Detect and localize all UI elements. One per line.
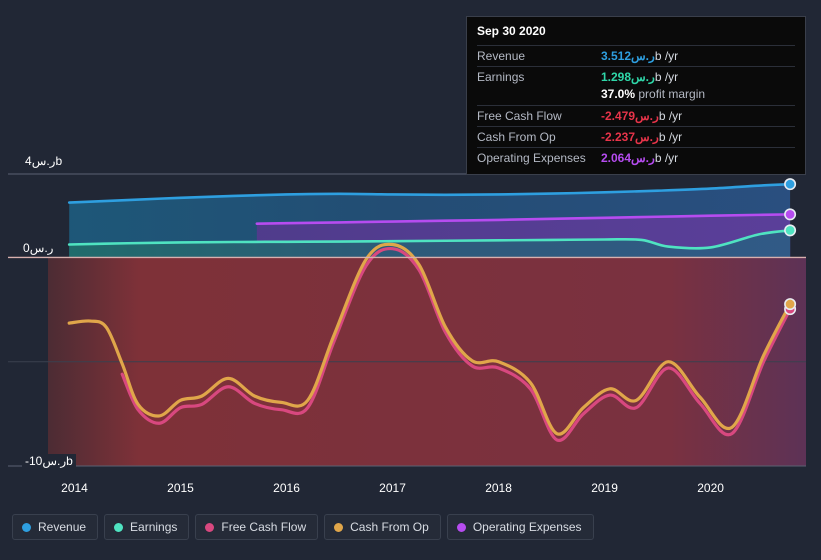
legend-item-label: Cash From Op [350,520,429,534]
chart-tooltip: Sep 30 2020 Revenue 3.512ر.سb /yr Earnings… [466,16,806,175]
tooltip-row-label: Cash From Op [477,130,556,144]
legend-item-operating-expenses[interactable]: Operating Expenses [446,514,594,540]
tooltip-row-label: Earnings [477,70,525,84]
x-axis-tick-2015: 2015 [167,481,194,495]
tooltip-date: Sep 30 2020 [477,24,546,38]
x-axis-tick-2014: 2014 [61,481,88,495]
legend-item-label: Revenue [38,520,87,534]
y-axis-tick-bottom: -ر.س10b [22,454,76,468]
legend-color-dot-icon [114,522,124,532]
legend-item-label: Earnings [130,520,178,534]
legend-item-label: Operating Expenses [472,520,582,534]
tooltip-margin-value: 37.0% profit margin [601,87,705,102]
tooltip-row: Earnings 1.298ر.سb /yr [477,66,795,87]
x-axis-tick-2019: 2019 [591,481,618,495]
x-axis-tick-2018: 2018 [485,481,512,495]
legend-item-label: Free Cash Flow [221,520,307,534]
tooltip-row-value: 3.512ر.سb /yr [601,49,679,63]
tooltip-row: Operating Expenses 2.064ر.سb /yr [477,147,795,168]
x-axis-tick-2020: 2020 [697,481,724,495]
tooltip-row: Cash From Op -2.237ر.سb /yr [477,126,795,147]
tooltip-row-unit: b /yr [658,130,683,144]
tooltip-row: Revenue 3.512ر.سb /yr [477,45,795,66]
tooltip-row-label: Revenue [477,49,526,63]
tooltip-profit-margin-row: 37.0% profit margin [477,87,795,105]
tooltip-row-unit: b /yr [654,151,679,165]
x-axis-tick-2017: 2017 [379,481,406,495]
tooltip-row-label: Free Cash Flow [477,109,562,123]
legend-item-cash-from-op[interactable]: Cash From Op [324,514,441,540]
tooltip-row-unit: b /yr [654,70,679,84]
profit-margin-label: profit margin [635,87,706,101]
tooltip-row-value: -2.237ر.سb /yr [601,130,683,144]
legend-item-revenue[interactable]: Revenue [12,514,99,540]
y-axis-tick-top: ر.س4b [22,154,66,168]
tooltip-row-value: 2.064ر.سb /yr [601,151,679,165]
financial-chart-widget: ر.س4b ر.س0 -ر.س10b 2014 2015 2016 2017 2018 2… [0,0,821,560]
tooltip-row-unit: b /yr [654,49,679,63]
legend-item-free-cash-flow[interactable]: Free Cash Flow [195,514,319,540]
tooltip-row: Free Cash Flow -2.479ر.سb /yr [477,105,795,126]
profit-margin-percent: 37.0% [601,87,636,101]
tooltip-row-value: 1.298ر.سb /yr [601,70,679,84]
y-axis-tick-zero: ر.س0 [20,241,57,255]
legend-color-dot-icon [334,522,344,532]
legend-color-dot-icon [205,522,215,532]
legend-item-earnings[interactable]: Earnings [104,514,190,540]
tooltip-row-unit: b /yr [658,109,683,123]
x-axis-tick-2016: 2016 [273,481,300,495]
legend-color-dot-icon [22,522,31,532]
legend-color-dot-icon [456,522,466,532]
tooltip-row-value: -2.479ر.سb /yr [601,109,683,123]
tooltip-rows: Revenue 3.512ر.سb /yr Earnings 1.298ر.سb /y… [477,45,795,168]
tooltip-row-label: Operating Expenses [477,151,586,165]
chart-legend: Revenue Earnings Free Cash Flow Cash From O… [12,514,594,540]
